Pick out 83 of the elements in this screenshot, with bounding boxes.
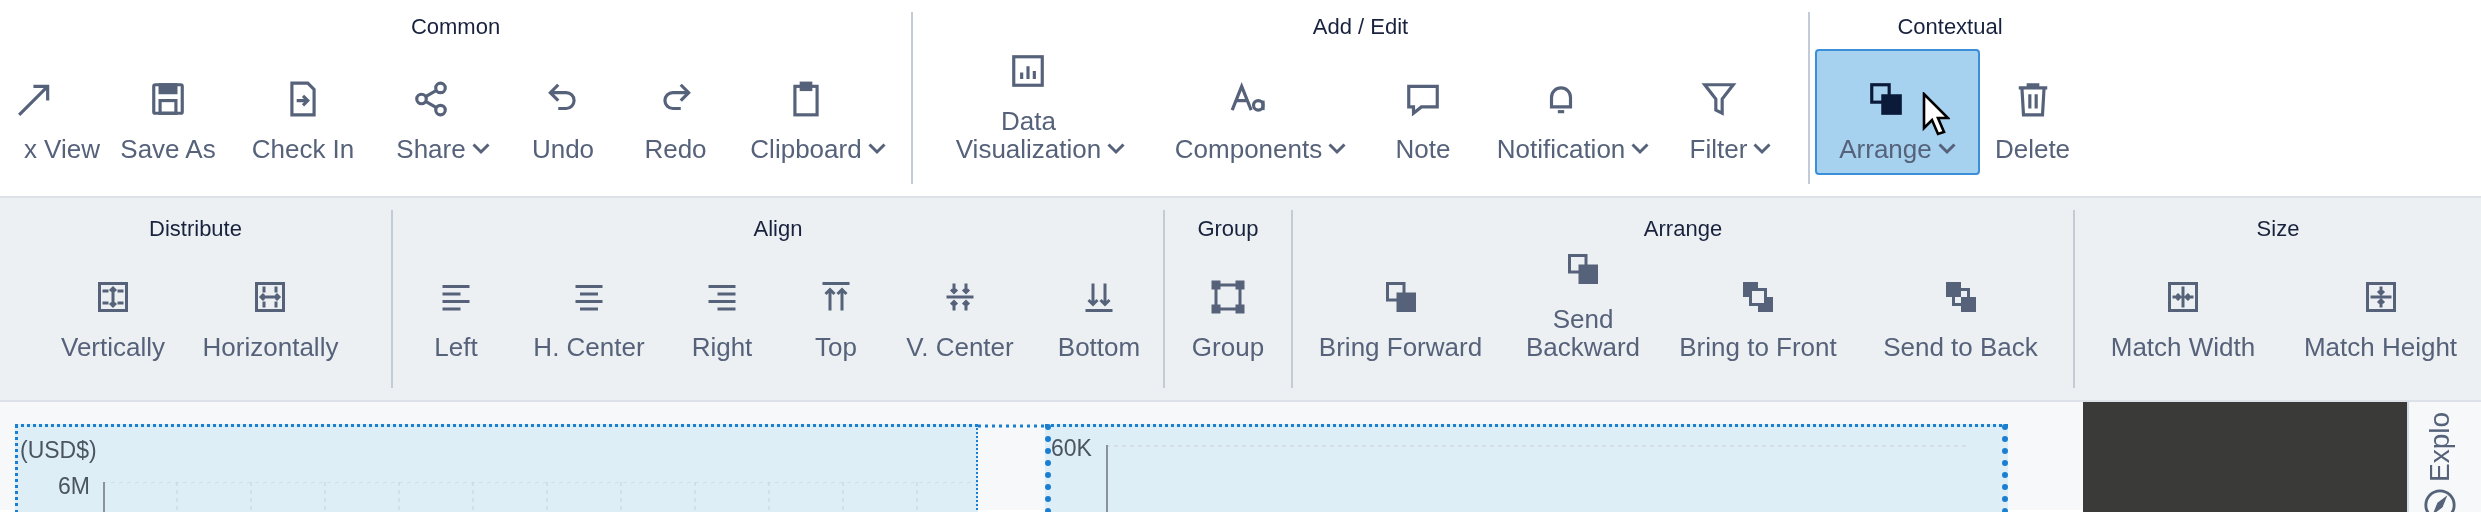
button-label: Data Visualization (955, 107, 1102, 163)
toolbar-button[interactable]: x View (0, 49, 108, 175)
compass-icon (2423, 488, 2457, 512)
toolbar-button[interactable]: Delete (1980, 49, 2085, 175)
ribbon-button[interactable]: Horizontally (188, 247, 353, 373)
button-label: Arrange (1839, 135, 1932, 163)
toolbar-button[interactable]: Notification (1478, 49, 1668, 175)
distribute-vertical-icon (95, 279, 131, 315)
ribbon-button[interactable]: V. Center (886, 247, 1034, 373)
button-label: x View (23, 135, 100, 163)
group-title: Distribute (149, 215, 242, 243)
button-label: Filter (1689, 135, 1748, 163)
button-label: Match Width (2110, 333, 2256, 361)
share-icon (412, 80, 450, 118)
button-label: Bottom (1057, 333, 1141, 361)
axis-tick-label: 6M (58, 472, 90, 501)
button-label: Delete (1994, 135, 2071, 163)
button-label: Clipboard (750, 135, 862, 163)
bring-to-front-icon (1740, 279, 1776, 315)
group-title: Contextual (1897, 13, 2003, 41)
ribbon-button[interactable]: Send to Back (1853, 247, 2068, 373)
axis-unit-label: (USD$) (20, 436, 97, 465)
group-title: Add / Edit (1312, 13, 1409, 41)
button-label: Undo (531, 135, 595, 163)
ribbon-button[interactable]: Vertically (38, 247, 188, 373)
button-label: Notification (1496, 135, 1626, 163)
chart-widget[interactable]: 60K (1045, 424, 2008, 512)
chart-widget[interactable]: (USD$) 6M (15, 424, 978, 512)
group-title: Group (1197, 215, 1259, 243)
toolbar-button[interactable]: Data Visualization (928, 49, 1153, 175)
button-label: Send to Back (1883, 333, 2038, 361)
selection-outline (978, 424, 1045, 428)
match-width-icon (2165, 279, 2201, 315)
button-label: Match Height (2303, 333, 2458, 361)
ribbon-button[interactable]: Top (786, 247, 886, 373)
button-label: Redo (644, 135, 707, 163)
ribbon-button[interactable]: Bring to Front (1663, 247, 1853, 373)
button-label: Share (396, 135, 466, 163)
ribbon-button[interactable]: Match Height (2285, 247, 2476, 373)
button-label: Group (1191, 333, 1265, 361)
button-label: Save As (120, 135, 216, 163)
button-label: Right (691, 333, 753, 361)
button-label: Top (815, 333, 857, 361)
toolbar-button[interactable]: Note (1368, 49, 1478, 175)
ribbon-button[interactable]: Left (392, 247, 520, 373)
cursor-icon (1922, 92, 1950, 136)
group-title: Arrange (1643, 215, 1723, 243)
ribbon-button[interactable]: Send Backward (1503, 247, 1663, 373)
ribbon-button[interactable]: Bottom (1034, 247, 1164, 373)
toolbar-button[interactable]: Check In (228, 49, 378, 175)
ribbon-button[interactable]: Match Width (2080, 247, 2286, 373)
button-label: Note (1395, 135, 1451, 163)
button-label: Vertically (60, 333, 165, 361)
button-label: H. Center (533, 333, 645, 361)
save-icon (149, 80, 187, 118)
axis-tick-label: 60K (1051, 434, 1092, 463)
toolbar-button[interactable]: Filter (1668, 49, 1793, 175)
ribbon-button[interactable]: Right (658, 247, 786, 373)
button-label: Bring Forward (1318, 333, 1483, 361)
toolbar-button[interactable]: Redo (618, 49, 733, 175)
ribbon-button[interactable]: Bring Forward (1298, 247, 1503, 373)
toolbar-button[interactable]: Arrange (1815, 49, 1980, 175)
button-label: Horizontally (202, 333, 339, 361)
button-label: Components (1174, 135, 1323, 163)
button-label: Left (434, 333, 478, 361)
ribbon-button[interactable]: Group (1164, 247, 1292, 373)
group-title: Align (753, 215, 803, 243)
button-label: Send Backward (1525, 305, 1641, 361)
toolbar-button[interactable]: Components (1153, 49, 1368, 175)
button-label: Check In (251, 135, 355, 163)
filter-icon (1699, 80, 1738, 118)
group-icon (1210, 279, 1246, 315)
button-label: Bring to Front (1679, 333, 1837, 361)
toolbar-button[interactable]: Clipboard (733, 49, 903, 175)
toolbar-button[interactable]: Share (378, 49, 508, 175)
send-backward-icon (1565, 251, 1601, 287)
toolbar-button[interactable]: Undo (508, 49, 618, 175)
ribbon-button[interactable]: H. Center (520, 247, 658, 373)
group-title: Common (410, 13, 501, 41)
group-title: Size (2256, 215, 2300, 243)
button-label: V. Center (906, 333, 1014, 361)
side-panel-tab[interactable]: Explo (2420, 402, 2460, 512)
toolbar-button[interactable]: Save As (108, 49, 228, 175)
